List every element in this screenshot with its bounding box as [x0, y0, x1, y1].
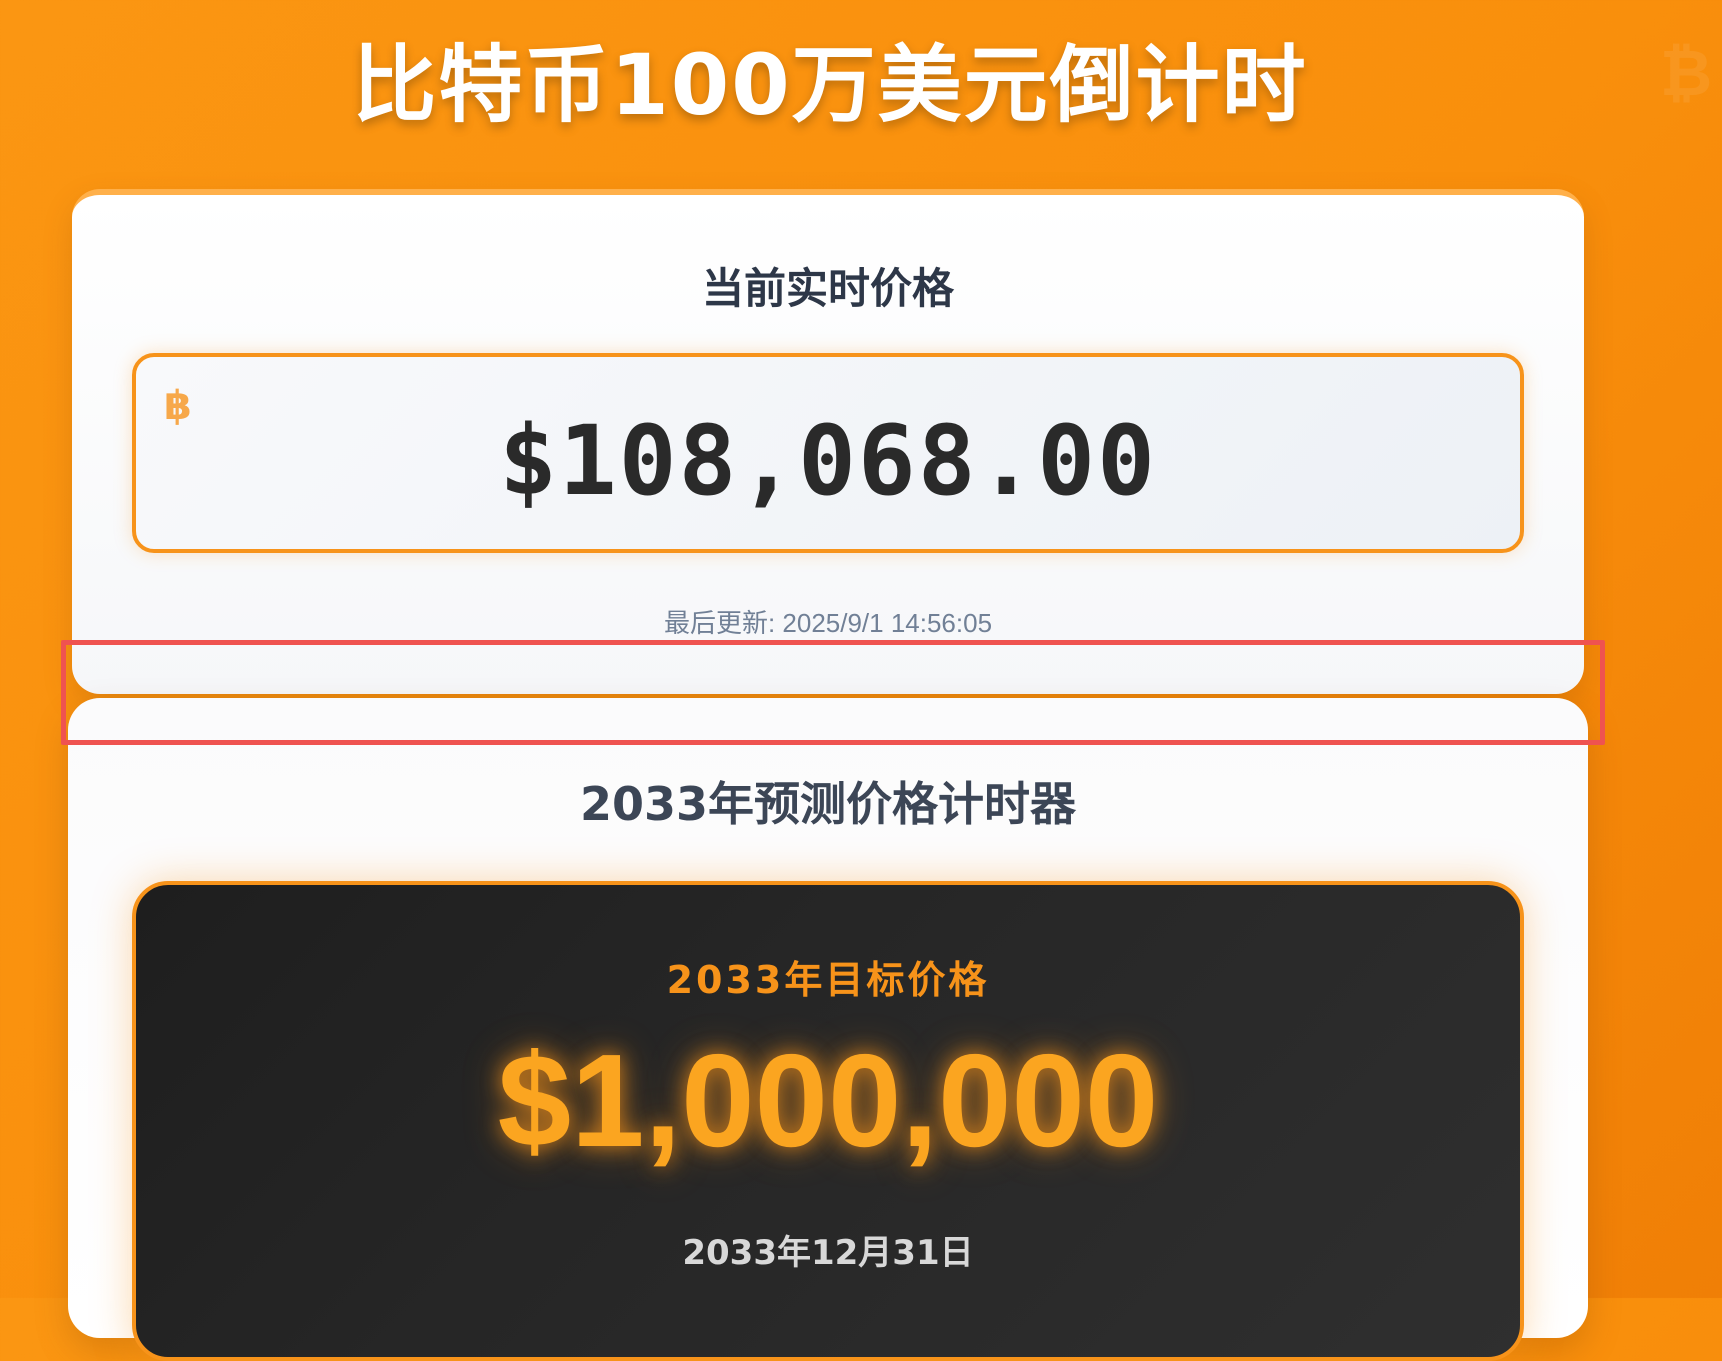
current-price-box: ฿ $108,068.00: [132, 353, 1524, 553]
target-price-panel: 2033年目标价格 $1,000,000 2033年12月31日: [132, 881, 1524, 1361]
current-price-card: 当前实时价格 ฿ $108,068.00 最后更新: 2025/9/1 14:5…: [72, 189, 1584, 694]
bitcoin-watermark-icon: ₿: [1660, 37, 1713, 111]
last-updated-text: 最后更新: 2025/9/1 14:56:05: [663, 608, 993, 638]
target-price-value: $1,000,000: [497, 1027, 1159, 1174]
current-price-title: 当前实时价格: [701, 264, 954, 313]
prediction-title: 2033年预测价格计时器: [579, 777, 1077, 831]
current-price-value: $108,068.00: [499, 405, 1157, 517]
prediction-card: 2033年预测价格计时器 2033年目标价格 $1,000,000 2033年1…: [68, 698, 1588, 1361]
target-date: 2033年12月31日: [682, 1233, 974, 1273]
page-title: 比特币100万美元倒计时: [352, 36, 1308, 134]
target-price-label: 2033年目标价格: [666, 958, 990, 1002]
